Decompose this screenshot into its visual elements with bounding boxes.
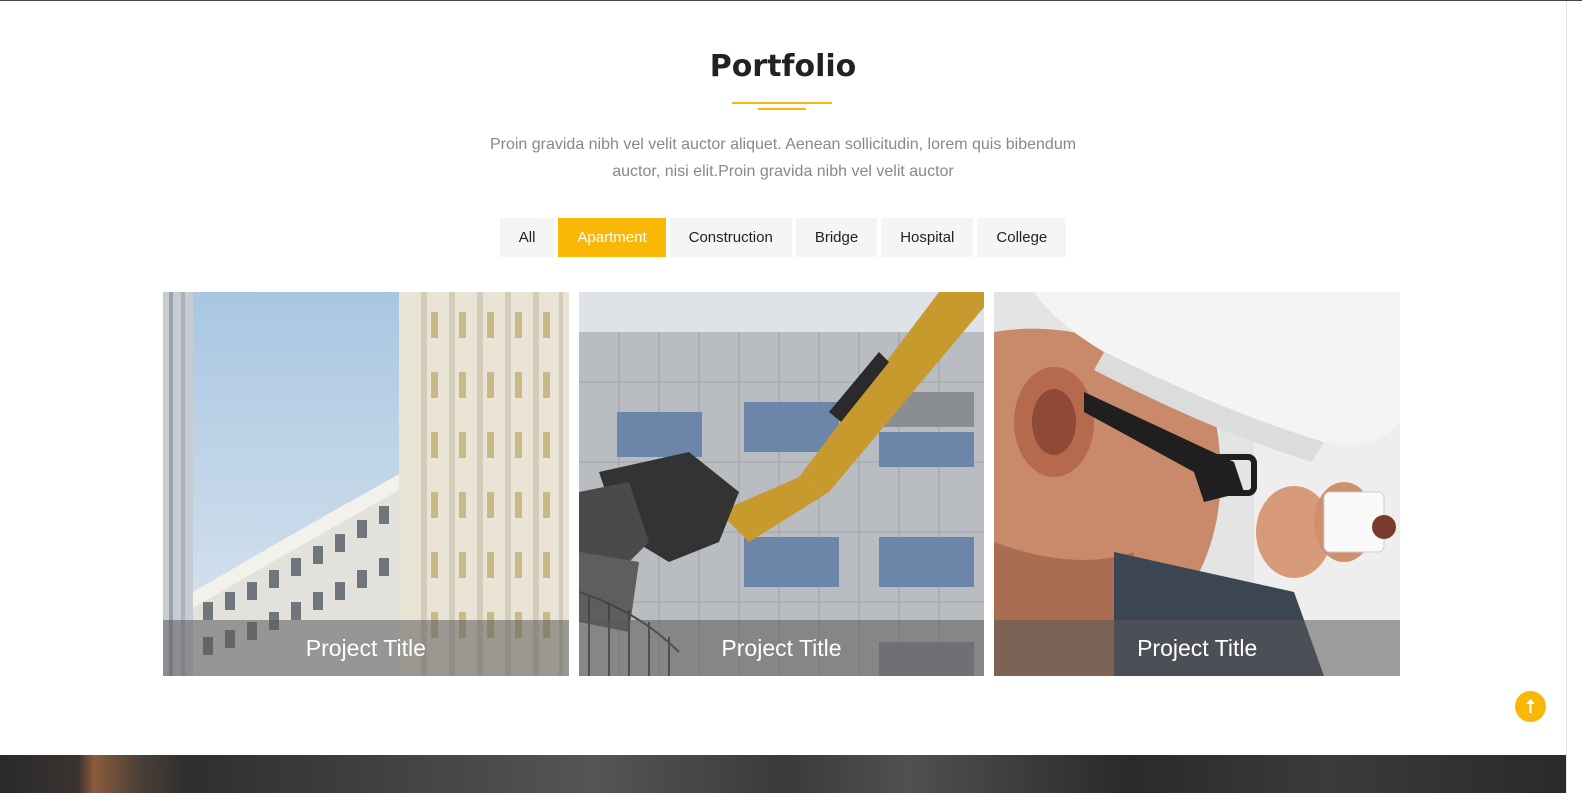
section-description: Proin gravida nibh vel velit auctor aliq…	[489, 136, 1077, 180]
arrow-up-icon	[1526, 699, 1535, 713]
scrollbar-track[interactable]	[1566, 1, 1582, 793]
portfolio-grid: Project Title Project Title Project Titl…	[163, 292, 1401, 676]
portfolio-page: Portfolio Proin gravida nibh vel velit a…	[0, 0, 1582, 793]
underline-short	[758, 108, 806, 110]
filter-all-button[interactable]: All	[499, 218, 555, 257]
filter-college-button[interactable]: College	[977, 218, 1067, 257]
title-underline	[732, 102, 832, 112]
project-title: Project Title	[578, 620, 985, 676]
filter-construction-button[interactable]: Construction	[669, 218, 792, 257]
project-card[interactable]: Project Title	[578, 292, 985, 676]
filter-apartment-button[interactable]: Apartment	[558, 218, 666, 257]
modern-curved-building-photo	[163, 292, 569, 676]
project-card[interactable]: Project Title	[994, 292, 1401, 676]
project-card[interactable]: Project Title	[163, 292, 569, 676]
underline-long	[732, 102, 832, 104]
filter-bridge-button[interactable]: Bridge	[795, 218, 878, 257]
electrician-hard-hat-photo	[994, 292, 1401, 676]
next-section-background	[0, 755, 1566, 793]
scroll-to-top-button[interactable]	[1515, 691, 1546, 722]
filter-hospital-button[interactable]: Hospital	[881, 218, 974, 257]
excavator-demolition-photo	[578, 292, 985, 676]
section-title: Portfolio	[709, 49, 857, 84]
project-title: Project Title	[994, 620, 1401, 676]
portfolio-filters: All Apartment Construction Bridge Hospit…	[0, 218, 1566, 257]
project-title: Project Title	[163, 620, 569, 676]
